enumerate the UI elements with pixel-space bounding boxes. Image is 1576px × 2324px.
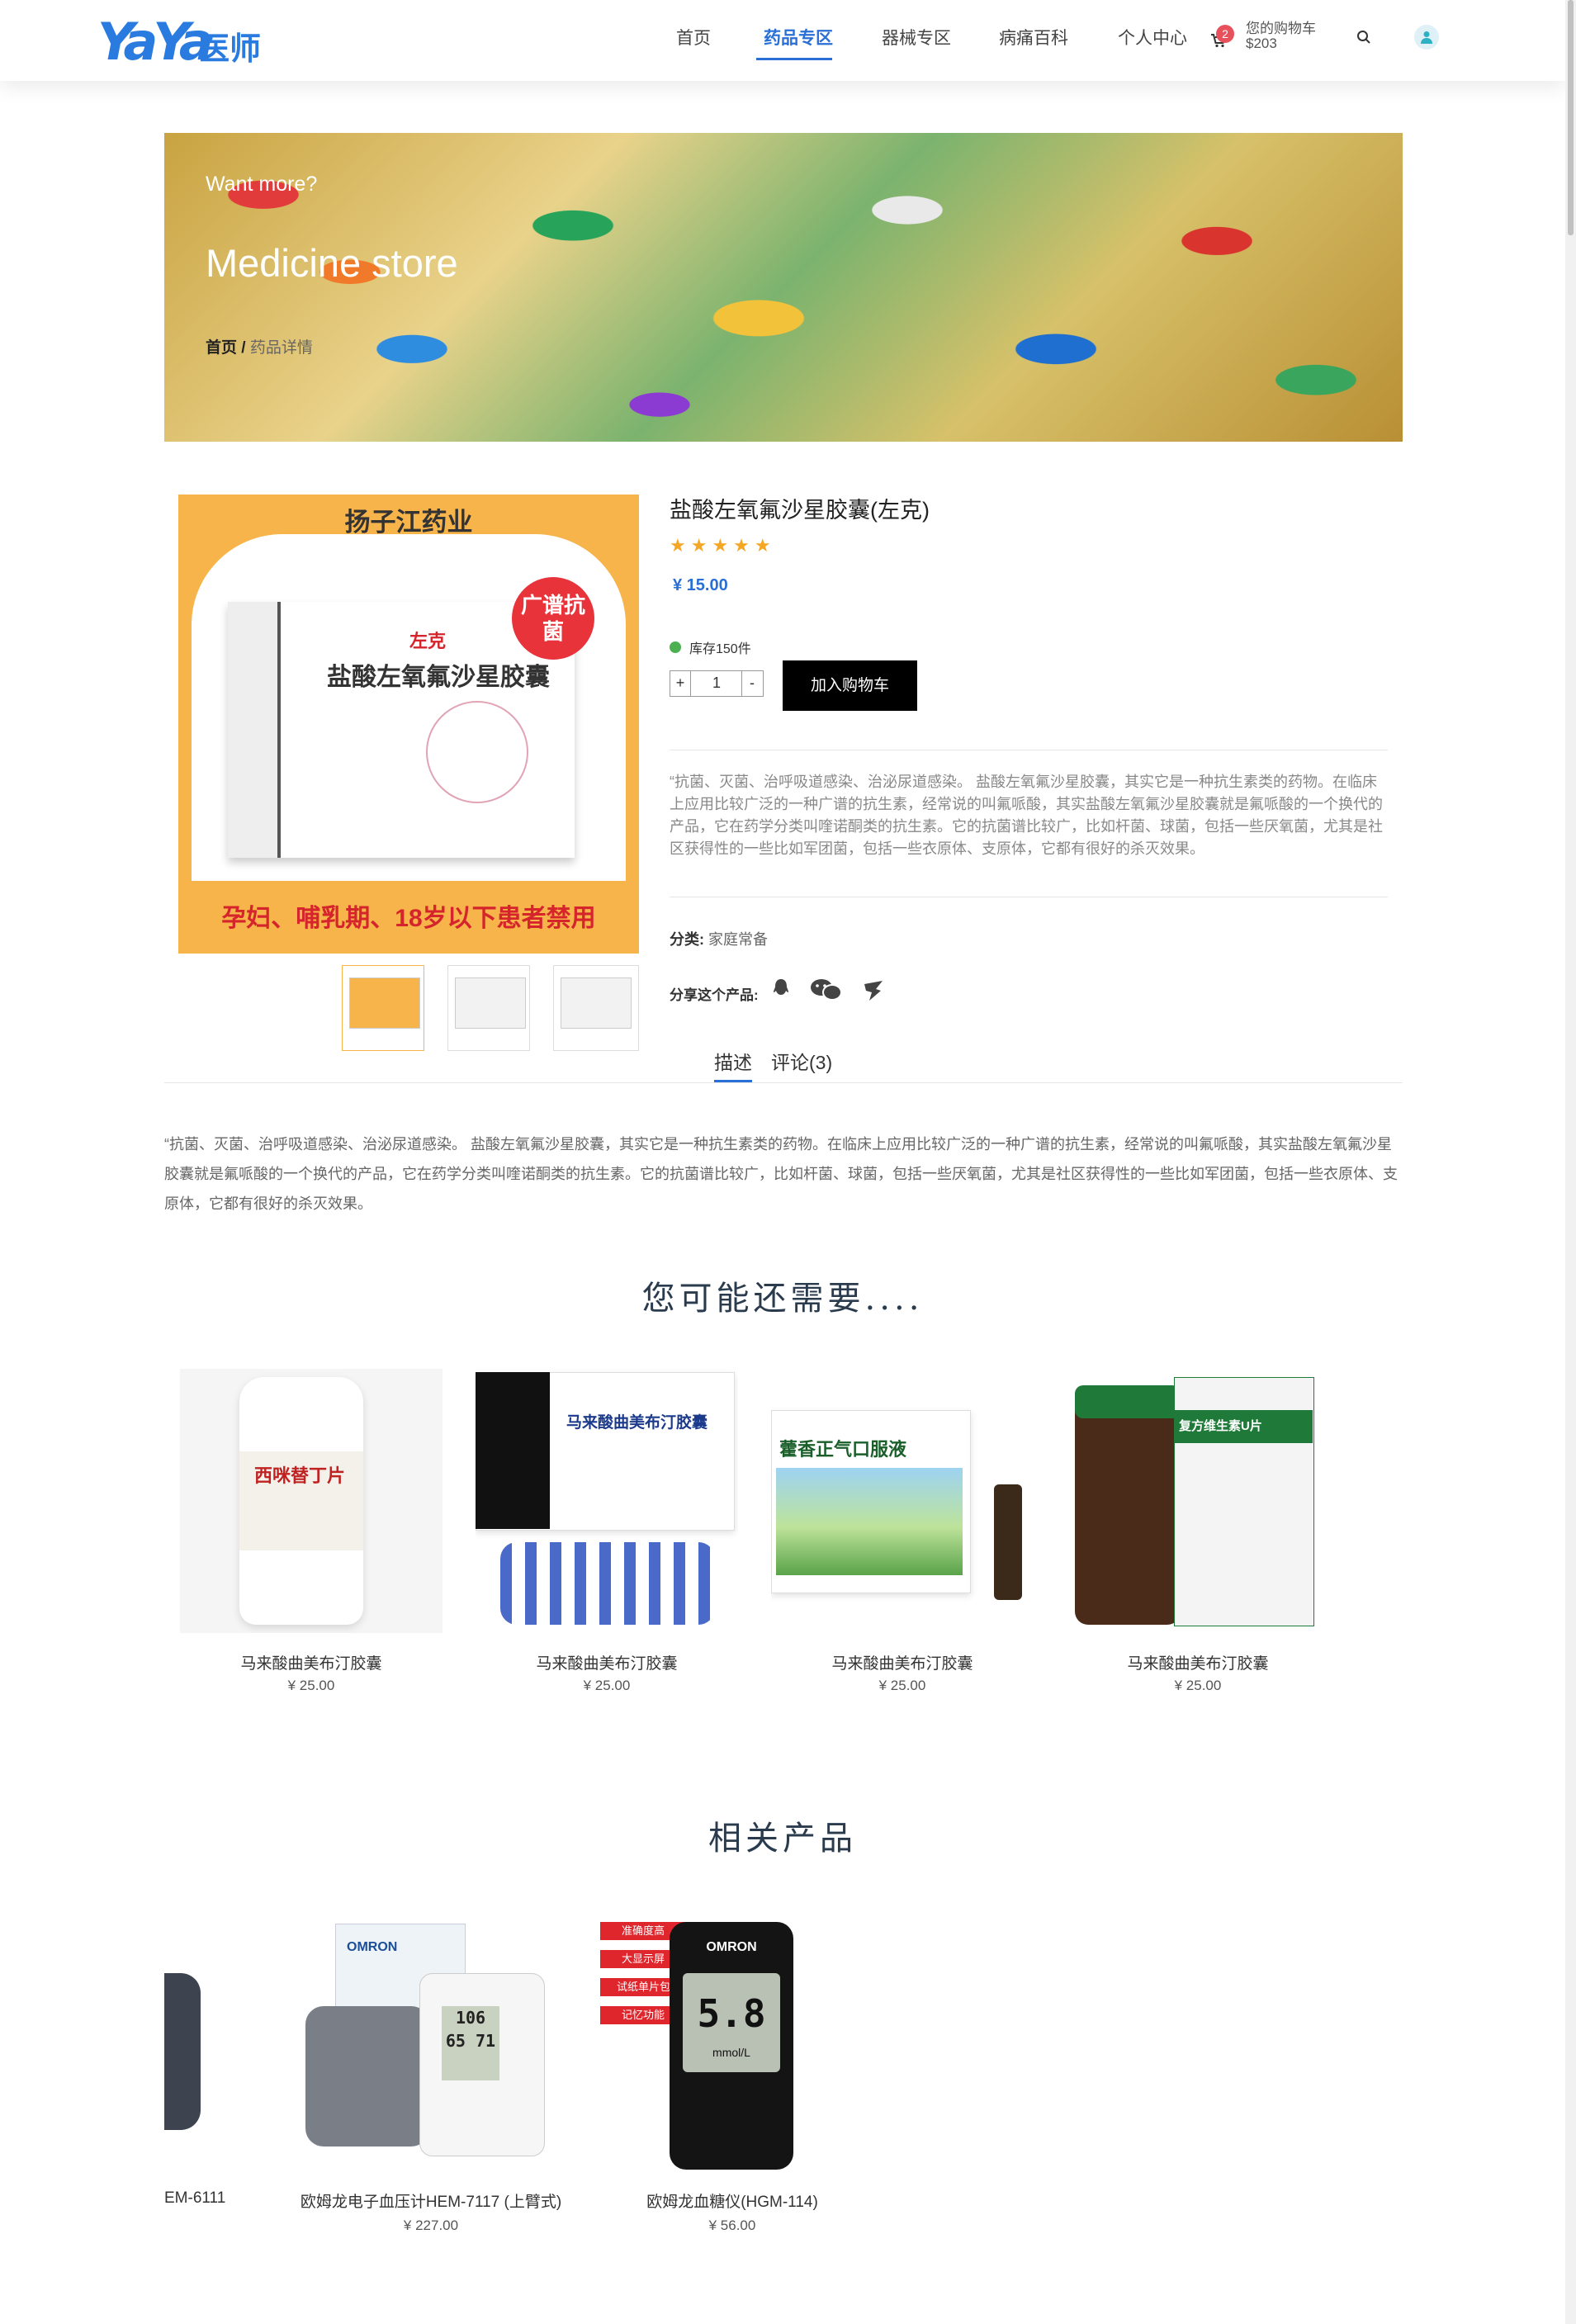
you-may-need-title: 您可能还需要.... — [641, 1280, 924, 1318]
search-icon[interactable] — [1356, 30, 1371, 45]
related-products-title: 相关产品 — [708, 1820, 857, 1858]
tab-description[interactable]: 描述 — [714, 1047, 752, 1075]
qq-icon[interactable] — [771, 977, 791, 1001]
related-image-unit: mmol/L — [712, 2046, 750, 2059]
product-card-name[interactable]: 马来酸曲美布汀胶囊 — [163, 1651, 460, 1673]
related-product-price: ¥ 56.00 — [708, 2218, 756, 2233]
product-title: 盐酸左氧氟沙星胶囊(左克) — [670, 498, 930, 523]
rating-stars: ★★★★★ — [670, 535, 776, 556]
wechat-icon[interactable] — [810, 977, 843, 1002]
product-main-image[interactable]: 扬子江药业 左克 盐酸左氧氟沙星胶囊 广谱抗菌 孕妇、哺乳期、18岁以下患者禁用 — [178, 495, 639, 954]
card-image-label: 马来酸曲美布汀胶囊 — [566, 1414, 708, 1432]
cart-summary[interactable]: 您的购物车 $203 — [1246, 21, 1316, 51]
related-image-label: OMRON — [706, 1940, 757, 1954]
product-thumbnail[interactable] — [553, 965, 639, 1051]
nav-devices[interactable]: 器械专区 — [882, 25, 951, 50]
image-badge: 广谱抗菌 — [512, 577, 594, 660]
product-card-name[interactable]: 马来酸曲美布汀胶囊 — [1049, 1651, 1346, 1673]
category-link[interactable]: 家庭常备 — [708, 931, 768, 948]
card-image-label: 西咪替丁片 — [254, 1465, 346, 1486]
product-card-image[interactable]: 藿香正气口服液 — [771, 1369, 1034, 1633]
related-product-name[interactable]: 欧姆龙电子血压计HEM-7117 (上臂式) — [291, 2189, 571, 2212]
stock-status: 库存150件 — [689, 642, 751, 656]
related-image-display: 106 65 71 — [442, 2006, 499, 2080]
scrollbar-thumb[interactable] — [1568, 0, 1574, 235]
cart-label: 您的购物车 — [1246, 21, 1316, 36]
nav-encyclopedia[interactable]: 病痛百科 — [999, 25, 1068, 50]
quantity-input[interactable]: 1 — [698, 674, 735, 692]
product-card-image[interactable]: 复方维生素U片 — [1067, 1369, 1329, 1633]
add-to-cart-button[interactable]: 加入购物车 — [783, 660, 917, 711]
cart-total: $203 — [1246, 35, 1277, 51]
related-image-display: 5.8 — [697, 1991, 766, 2036]
product-card-price: ¥ 25.00 — [287, 1678, 335, 1693]
tab-reviews[interactable]: 评论(3) — [771, 1047, 832, 1075]
category-label: 分类: — [670, 931, 704, 948]
product-card-image[interactable]: 马来酸曲美布汀胶囊 — [476, 1369, 738, 1633]
image-box-brand: 左克 — [409, 631, 447, 651]
product-short-description: “抗菌、灭菌、治呼吸道感染、治泌尿道感染。 盐酸左氧氟沙星胶囊，其实它是一种抗生… — [670, 774, 1383, 857]
product-thumbnail[interactable] — [447, 965, 530, 1051]
product-category: 分类: 家庭常备 — [670, 928, 768, 949]
logo[interactable]: YaYa — [97, 12, 214, 72]
hero-banner: Want more? Medicine store 首页 / 药品详情 — [164, 133, 1403, 442]
image-box-name: 盐酸左氧氟沙星胶囊 — [327, 664, 550, 691]
product-thumbnail[interactable] — [342, 965, 424, 1051]
banner-subtitle: Want more? — [206, 173, 318, 196]
user-avatar-button[interactable] — [1414, 25, 1439, 50]
breadcrumb-current: 药品详情 — [249, 339, 313, 357]
product-long-description: “抗菌、灭菌、治呼吸道感染、治泌尿道感染。 盐酸左氧氟沙星胶囊，其实它是一种抗生… — [164, 1136, 1398, 1212]
scrollbar-track[interactable] — [1565, 0, 1576, 2324]
check-icon — [670, 641, 681, 653]
cart-count-badge: 2 — [1216, 25, 1234, 43]
nav-personal-center[interactable]: 个人中心 — [1118, 25, 1187, 50]
card-image-label: 藿香正气口服液 — [779, 1439, 907, 1460]
nav-home[interactable]: 首页 — [676, 25, 711, 50]
product-card-name[interactable]: 马来酸曲美布汀胶囊 — [458, 1651, 755, 1673]
related-product-image[interactable]: 准确度高 大显示屏 试纸单片包装 记忆功能 OMRON 5.8 mmol/L — [600, 1915, 807, 2171]
quantity-increase-button[interactable]: + — [670, 671, 691, 696]
product-card-price: ¥ 25.00 — [1174, 1678, 1222, 1693]
image-brand-title: 扬子江药业 — [344, 508, 473, 537]
breadcrumb-separator: / — [241, 339, 246, 357]
logo-text: 医师 — [198, 31, 262, 67]
product-card-price: ¥ 25.00 — [583, 1678, 631, 1693]
related-product-image[interactable] — [164, 1915, 206, 2171]
share-label: 分享这个产品: — [670, 987, 759, 1003]
banner-title: Medicine store — [206, 241, 458, 285]
related-product-name[interactable]: 欧姆龙血糖仪(HGM-114) — [600, 2189, 864, 2212]
top-navbar: YaYa 医师 首页 药品专区 器械专区 病痛百科 个人中心 2 您的购物车 $… — [0, 0, 1565, 81]
nav-active-underline — [756, 58, 832, 60]
product-card-price: ¥ 25.00 — [878, 1678, 926, 1693]
related-product-price: ¥ 227.00 — [403, 2218, 459, 2233]
related-image-label: OMRON — [347, 1940, 398, 1954]
user-icon — [1421, 31, 1432, 44]
quantity-stepper: + 1 - — [670, 670, 764, 697]
tabs-divider — [164, 1082, 1403, 1083]
breadcrumb-home[interactable]: 首页 — [206, 339, 237, 357]
product-card-image[interactable]: 西咪替丁片 — [180, 1369, 443, 1633]
product-card-name[interactable]: 马来酸曲美布汀胶囊 — [754, 1651, 1051, 1673]
card-image-label: 复方维生素U片 — [1179, 1419, 1262, 1433]
weibo-icon[interactable] — [861, 977, 886, 1002]
active-tab-indicator — [714, 1080, 752, 1082]
related-product-image[interactable]: OMRON 106 65 71 — [297, 1915, 561, 2171]
related-product-name[interactable]: EM-6111 — [164, 2189, 225, 2208]
product-price: ¥ 15.00 — [673, 576, 728, 594]
quantity-decrease-button[interactable]: - — [741, 671, 762, 696]
nav-medicine[interactable]: 药品专区 — [764, 25, 833, 50]
breadcrumb: 首页 / 药品详情 — [206, 335, 313, 357]
image-warning: 孕妇、哺乳期、18岁以下患者禁用 — [221, 905, 596, 932]
